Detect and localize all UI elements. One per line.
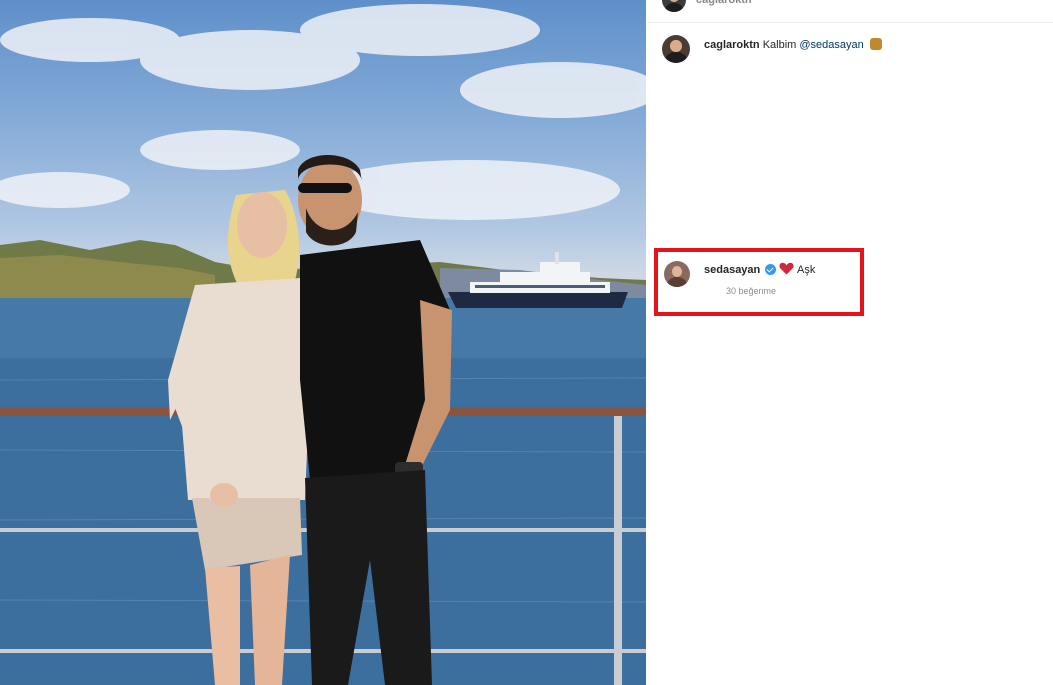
comment-highlight-box — [654, 248, 864, 316]
gift-emoji-icon — [869, 38, 882, 50]
post-caption: caglaroktn Kalbim @sedasayan — [704, 38, 882, 51]
caption-text: Kalbim — [762, 39, 797, 51]
caption-username[interactable]: caglaroktn — [704, 39, 760, 51]
header-username[interactable]: caglaroktn — [696, 0, 752, 6]
author-avatar[interactable] — [662, 0, 686, 12]
avatar-body — [664, 2, 684, 12]
post-photo[interactable] — [0, 0, 646, 685]
photo-illustration — [0, 4, 646, 685]
caption-avatar[interactable] — [662, 35, 690, 63]
avatar-body — [665, 52, 687, 63]
post-header: caglaroktn — [646, 0, 1053, 23]
caption-mention[interactable]: @sedasayan — [799, 39, 863, 51]
avatar-face — [670, 40, 682, 52]
post-comments-panel: caglaroktn caglaroktn Kalbim @sedasayan … — [646, 0, 1053, 685]
